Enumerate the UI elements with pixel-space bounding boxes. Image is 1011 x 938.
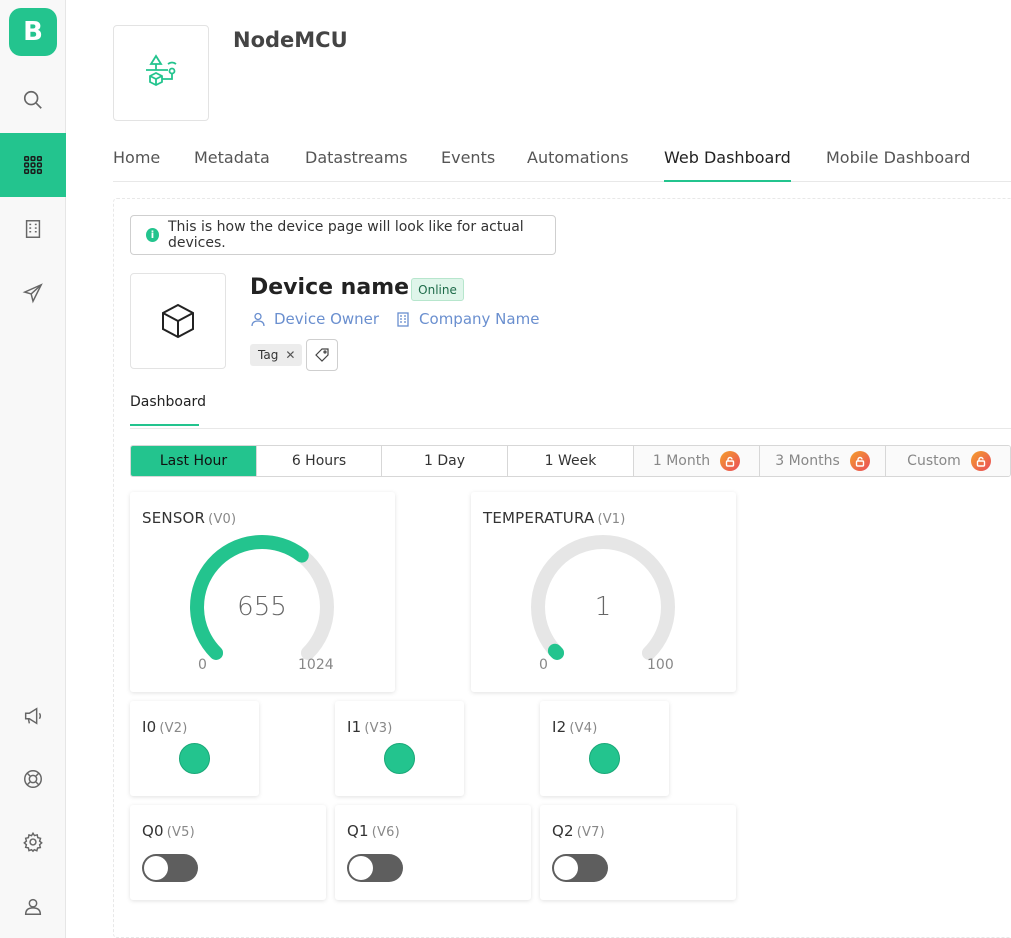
lock-icon: [720, 451, 741, 471]
divider: [130, 428, 1011, 429]
range-label: Custom: [907, 453, 961, 469]
send-icon[interactable]: [0, 261, 66, 325]
led-indicator: [589, 743, 620, 774]
info-banner-text: This is how the device page will look li…: [167, 219, 524, 251]
tab-events[interactable]: Events: [441, 148, 495, 182]
range-1-week[interactable]: 1 Week: [508, 446, 634, 476]
gauge-widget-sensor[interactable]: SENSOR (V0) 655 0 1024: [130, 492, 395, 692]
toggle-switch[interactable]: [347, 854, 403, 882]
toggle-knob: [554, 856, 578, 880]
cube-icon: [162, 303, 194, 339]
device-image: [130, 273, 226, 369]
widget-title: Q1 (V6): [347, 822, 400, 840]
tab-home[interactable]: Home: [113, 148, 160, 182]
lock-icon: [970, 451, 991, 471]
tab-metadata[interactable]: Metadata: [194, 148, 270, 182]
range-label: 1 Day: [423, 453, 465, 469]
gauge-widget-temperatura[interactable]: TEMPERATURA (V1) 1 0 100: [471, 492, 736, 692]
toggle-switch[interactable]: [142, 854, 198, 882]
led-widget-i0[interactable]: I0 (V2): [130, 701, 259, 796]
add-tag-button[interactable]: [306, 339, 338, 371]
info-banner: i This is how the device page will look …: [130, 215, 556, 255]
company-name-link[interactable]: Company Name: [419, 310, 539, 328]
megaphone-icon[interactable]: [0, 684, 66, 748]
led-indicator: [384, 743, 415, 774]
widget-title: I1 (V3): [347, 718, 393, 736]
range-label: 3 Months: [775, 453, 840, 469]
switch-widget-q0[interactable]: Q0 (V5): [130, 805, 326, 900]
device-meta-row: Device Owner Company Name: [250, 310, 539, 328]
user-profile-icon[interactable]: [0, 874, 66, 938]
lock-icon: [849, 451, 870, 471]
gauge-min-label: 0: [198, 657, 207, 673]
toggle-knob: [349, 856, 373, 880]
led-widget-i1[interactable]: I1 (V3): [335, 701, 464, 796]
switch-widget-q1[interactable]: Q1 (V6): [335, 805, 531, 900]
range-label: Last Hour: [159, 453, 228, 469]
range-3-months[interactable]: 3 Months: [760, 446, 886, 476]
blynk-logo[interactable]: B: [9, 8, 57, 56]
tab-datastreams[interactable]: Datastreams: [305, 148, 408, 182]
tag-chip[interactable]: Tag ✕: [250, 344, 302, 366]
range-1-day[interactable]: 1 Day: [382, 446, 508, 476]
tag-icon: [315, 348, 329, 362]
tab-mobile-dashboard[interactable]: Mobile Dashboard: [826, 148, 970, 182]
info-icon: i: [146, 228, 159, 242]
led-indicator: [179, 743, 210, 774]
range-last-hour[interactable]: Last Hour: [131, 446, 257, 476]
user-icon: [251, 312, 265, 327]
building-icon: [397, 312, 409, 327]
device-owner-link[interactable]: Device Owner: [274, 310, 379, 328]
switch-widget-q2[interactable]: Q2 (V7): [540, 805, 736, 900]
widget-title: Q0 (V5): [142, 822, 195, 840]
range-label: 6 Hours: [291, 453, 347, 469]
tag-label: Tag: [258, 348, 279, 362]
gauge-max-label: 100: [647, 657, 674, 673]
range-label: 1 Month: [652, 453, 711, 469]
gauge-value: 1: [594, 592, 612, 622]
range-label: 1 Week: [544, 453, 597, 469]
widget-title: Q2 (V7): [552, 822, 605, 840]
range-1-month[interactable]: 1 Month: [634, 446, 760, 476]
gauge-value: 655: [237, 592, 287, 622]
tab-dashboard[interactable]: Dashboard: [130, 394, 206, 426]
toggle-knob: [144, 856, 168, 880]
product-title: NodeMCU: [233, 28, 348, 52]
product-image[interactable]: [113, 25, 209, 121]
product-tabs: Home Metadata Datastreams Events Automat…: [113, 140, 1011, 182]
toggle-switch[interactable]: [552, 854, 608, 882]
widget-title: I2 (V4): [552, 718, 598, 736]
led-widget-i2[interactable]: I2 (V4): [540, 701, 669, 796]
gauge-fill: [547, 643, 565, 660]
widget-title: I0 (V2): [142, 718, 188, 736]
tab-automations[interactable]: Automations: [527, 148, 629, 182]
range-6-hours[interactable]: 6 Hours: [257, 446, 382, 476]
search-icon[interactable]: [0, 68, 66, 132]
lifebuoy-icon[interactable]: [0, 747, 66, 811]
status-badge: Online: [411, 278, 464, 301]
grid-icon[interactable]: [0, 133, 66, 197]
time-range-selector: Last Hour 6 Hours 1 Day 1 Week 1 Month 3…: [130, 445, 1011, 477]
gauge-min-label: 0: [539, 657, 548, 673]
product-icon: [146, 54, 177, 87]
range-custom[interactable]: Custom: [886, 446, 1010, 476]
device-name: Device name: [250, 275, 410, 300]
gauge-max-label: 1024: [298, 657, 334, 673]
building-icon[interactable]: [0, 197, 66, 261]
gear-icon[interactable]: [0, 810, 66, 874]
close-icon[interactable]: ✕: [285, 348, 295, 362]
tab-web-dashboard[interactable]: Web Dashboard: [664, 148, 791, 182]
sidebar: B: [0, 0, 66, 938]
